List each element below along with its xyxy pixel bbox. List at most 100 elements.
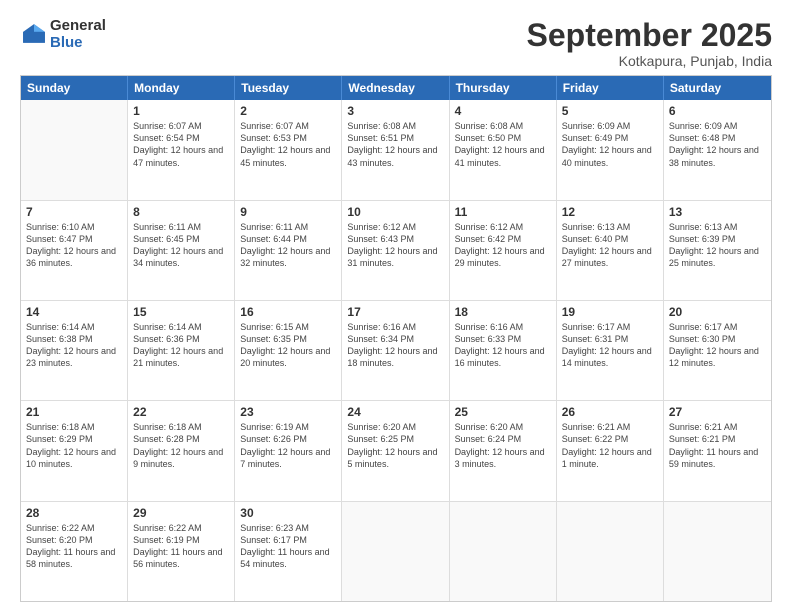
cell-w4-d4: 24 Sunrise: 6:20 AM Sunset: 6:25 PM Dayli… xyxy=(342,401,449,500)
day-number: 27 xyxy=(669,405,766,419)
day-number: 20 xyxy=(669,305,766,319)
cell-w2-d1: 7 Sunrise: 6:10 AM Sunset: 6:47 PM Daylig… xyxy=(21,201,128,300)
cell-info: Sunrise: 6:11 AM Sunset: 6:44 PM Dayligh… xyxy=(240,221,336,270)
logo-icon xyxy=(20,21,48,49)
day-number: 9 xyxy=(240,205,336,219)
cell-w1-d1 xyxy=(21,100,128,199)
day-number: 19 xyxy=(562,305,658,319)
header-monday: Monday xyxy=(128,76,235,100)
header: General Blue September 2025 Kotkapura, P… xyxy=(20,18,772,69)
week-row-1: 1Sunrise: 6:07 AM Sunset: 6:54 PM Daylig… xyxy=(21,100,771,199)
cell-w2-d7: 13Sunrise: 6:13 AM Sunset: 6:39 PM Dayli… xyxy=(664,201,771,300)
page: General Blue September 2025 Kotkapura, P… xyxy=(0,0,792,612)
cell-w1-d7: 6 Sunrise: 6:09 AM Sunset: 6:48 PM Daylig… xyxy=(664,100,771,199)
cell-w4-d7: 27 Sunrise: 6:21 AM Sunset: 6:21 PM Dayli… xyxy=(664,401,771,500)
day-number: 22 xyxy=(133,405,229,419)
header-thursday: Thursday xyxy=(450,76,557,100)
cell-w5-d5 xyxy=(450,502,557,601)
day-number: 12 xyxy=(562,205,658,219)
cell-w5-d2: 29 Sunrise: 6:22 AM Sunset: 6:19 PM Dayli… xyxy=(128,502,235,601)
cell-info: Sunrise: 6:13 AM Sunset: 6:39 PM Dayligh… xyxy=(669,221,766,270)
cell-w3-d4: 17Sunrise: 6:16 AM Sunset: 6:34 PM Dayli… xyxy=(342,301,449,400)
day-number: 29 xyxy=(133,506,229,520)
cell-w3-d6: 19 Sunrise: 6:17 AM Sunset: 6:31 PM Dayli… xyxy=(557,301,664,400)
calendar-header: Sunday Monday Tuesday Wednesday Thursday… xyxy=(21,76,771,100)
cell-info: Sunrise: 6:11 AM Sunset: 6:45 PM Dayligh… xyxy=(133,221,229,270)
cell-w2-d4: 10 Sunrise: 6:12 AM Sunset: 6:43 PM Dayli… xyxy=(342,201,449,300)
logo-general-text: General xyxy=(50,18,106,35)
day-number: 2 xyxy=(240,104,336,118)
header-sunday: Sunday xyxy=(21,76,128,100)
day-number: 16 xyxy=(240,305,336,319)
cell-info: Sunrise: 6:22 AM Sunset: 6:20 PM Dayligh… xyxy=(26,522,122,571)
calendar-body: 1Sunrise: 6:07 AM Sunset: 6:54 PM Daylig… xyxy=(21,100,771,601)
cell-w5-d1: 28Sunrise: 6:22 AM Sunset: 6:20 PM Dayli… xyxy=(21,502,128,601)
header-friday: Friday xyxy=(557,76,664,100)
cell-info: Sunrise: 6:19 AM Sunset: 6:26 PM Dayligh… xyxy=(240,421,336,470)
cell-info: Sunrise: 6:12 AM Sunset: 6:42 PM Dayligh… xyxy=(455,221,551,270)
cell-w5-d4 xyxy=(342,502,449,601)
day-number: 26 xyxy=(562,405,658,419)
header-saturday: Saturday xyxy=(664,76,771,100)
day-number: 4 xyxy=(455,104,551,118)
week-row-3: 14 Sunrise: 6:14 AM Sunset: 6:38 PM Dayli… xyxy=(21,300,771,400)
logo-blue-text: Blue xyxy=(50,35,106,52)
day-number: 25 xyxy=(455,405,551,419)
day-number: 10 xyxy=(347,205,443,219)
cell-w4-d5: 25 Sunrise: 6:20 AM Sunset: 6:24 PM Dayli… xyxy=(450,401,557,500)
cell-info: Sunrise: 6:17 AM Sunset: 6:31 PM Dayligh… xyxy=(562,321,658,370)
cell-w1-d5: 4Sunrise: 6:08 AM Sunset: 6:50 PM Daylig… xyxy=(450,100,557,199)
day-number: 24 xyxy=(347,405,443,419)
day-number: 7 xyxy=(26,205,122,219)
cell-w1-d6: 5 Sunrise: 6:09 AM Sunset: 6:49 PM Daylig… xyxy=(557,100,664,199)
cell-info: Sunrise: 6:21 AM Sunset: 6:22 PM Dayligh… xyxy=(562,421,658,470)
day-number: 6 xyxy=(669,104,766,118)
cell-info: Sunrise: 6:09 AM Sunset: 6:49 PM Dayligh… xyxy=(562,120,658,169)
cell-info: Sunrise: 6:18 AM Sunset: 6:28 PM Dayligh… xyxy=(133,421,229,470)
cell-info: Sunrise: 6:07 AM Sunset: 6:54 PM Dayligh… xyxy=(133,120,229,169)
header-tuesday: Tuesday xyxy=(235,76,342,100)
day-number: 18 xyxy=(455,305,551,319)
cell-w1-d3: 2 Sunrise: 6:07 AM Sunset: 6:53 PM Daylig… xyxy=(235,100,342,199)
cell-w4-d6: 26 Sunrise: 6:21 AM Sunset: 6:22 PM Dayli… xyxy=(557,401,664,500)
cell-w3-d1: 14 Sunrise: 6:14 AM Sunset: 6:38 PM Dayli… xyxy=(21,301,128,400)
cell-info: Sunrise: 6:21 AM Sunset: 6:21 PM Dayligh… xyxy=(669,421,766,470)
title-block: September 2025 Kotkapura, Punjab, India xyxy=(527,18,772,69)
location: Kotkapura, Punjab, India xyxy=(527,53,772,69)
cell-info: Sunrise: 6:10 AM Sunset: 6:47 PM Dayligh… xyxy=(26,221,122,270)
cell-w2-d3: 9 Sunrise: 6:11 AM Sunset: 6:44 PM Daylig… xyxy=(235,201,342,300)
cell-info: Sunrise: 6:20 AM Sunset: 6:24 PM Dayligh… xyxy=(455,421,551,470)
header-wednesday: Wednesday xyxy=(342,76,449,100)
cell-info: Sunrise: 6:23 AM Sunset: 6:17 PM Dayligh… xyxy=(240,522,336,571)
cell-w3-d5: 18 Sunrise: 6:16 AM Sunset: 6:33 PM Dayli… xyxy=(450,301,557,400)
cell-info: Sunrise: 6:14 AM Sunset: 6:36 PM Dayligh… xyxy=(133,321,229,370)
day-number: 5 xyxy=(562,104,658,118)
cell-info: Sunrise: 6:20 AM Sunset: 6:25 PM Dayligh… xyxy=(347,421,443,470)
cell-info: Sunrise: 6:09 AM Sunset: 6:48 PM Dayligh… xyxy=(669,120,766,169)
cell-info: Sunrise: 6:22 AM Sunset: 6:19 PM Dayligh… xyxy=(133,522,229,571)
cell-info: Sunrise: 6:18 AM Sunset: 6:29 PM Dayligh… xyxy=(26,421,122,470)
cell-w1-d4: 3Sunrise: 6:08 AM Sunset: 6:51 PM Daylig… xyxy=(342,100,449,199)
day-number: 14 xyxy=(26,305,122,319)
cell-info: Sunrise: 6:08 AM Sunset: 6:51 PM Dayligh… xyxy=(347,120,443,169)
day-number: 30 xyxy=(240,506,336,520)
week-row-5: 28Sunrise: 6:22 AM Sunset: 6:20 PM Dayli… xyxy=(21,501,771,601)
week-row-2: 7 Sunrise: 6:10 AM Sunset: 6:47 PM Daylig… xyxy=(21,200,771,300)
cell-info: Sunrise: 6:16 AM Sunset: 6:33 PM Dayligh… xyxy=(455,321,551,370)
cell-info: Sunrise: 6:13 AM Sunset: 6:40 PM Dayligh… xyxy=(562,221,658,270)
cell-w1-d2: 1Sunrise: 6:07 AM Sunset: 6:54 PM Daylig… xyxy=(128,100,235,199)
cell-w5-d7 xyxy=(664,502,771,601)
cell-w4-d3: 23Sunrise: 6:19 AM Sunset: 6:26 PM Dayli… xyxy=(235,401,342,500)
cell-info: Sunrise: 6:12 AM Sunset: 6:43 PM Dayligh… xyxy=(347,221,443,270)
month-title: September 2025 xyxy=(527,18,772,53)
cell-w5-d3: 30 Sunrise: 6:23 AM Sunset: 6:17 PM Dayli… xyxy=(235,502,342,601)
cell-info: Sunrise: 6:07 AM Sunset: 6:53 PM Dayligh… xyxy=(240,120,336,169)
cell-w5-d6 xyxy=(557,502,664,601)
cell-w4-d2: 22 Sunrise: 6:18 AM Sunset: 6:28 PM Dayli… xyxy=(128,401,235,500)
cell-info: Sunrise: 6:14 AM Sunset: 6:38 PM Dayligh… xyxy=(26,321,122,370)
cell-info: Sunrise: 6:15 AM Sunset: 6:35 PM Dayligh… xyxy=(240,321,336,370)
week-row-4: 21Sunrise: 6:18 AM Sunset: 6:29 PM Dayli… xyxy=(21,400,771,500)
logo-text: General Blue xyxy=(50,18,106,51)
cell-w3-d7: 20Sunrise: 6:17 AM Sunset: 6:30 PM Dayli… xyxy=(664,301,771,400)
day-number: 8 xyxy=(133,205,229,219)
